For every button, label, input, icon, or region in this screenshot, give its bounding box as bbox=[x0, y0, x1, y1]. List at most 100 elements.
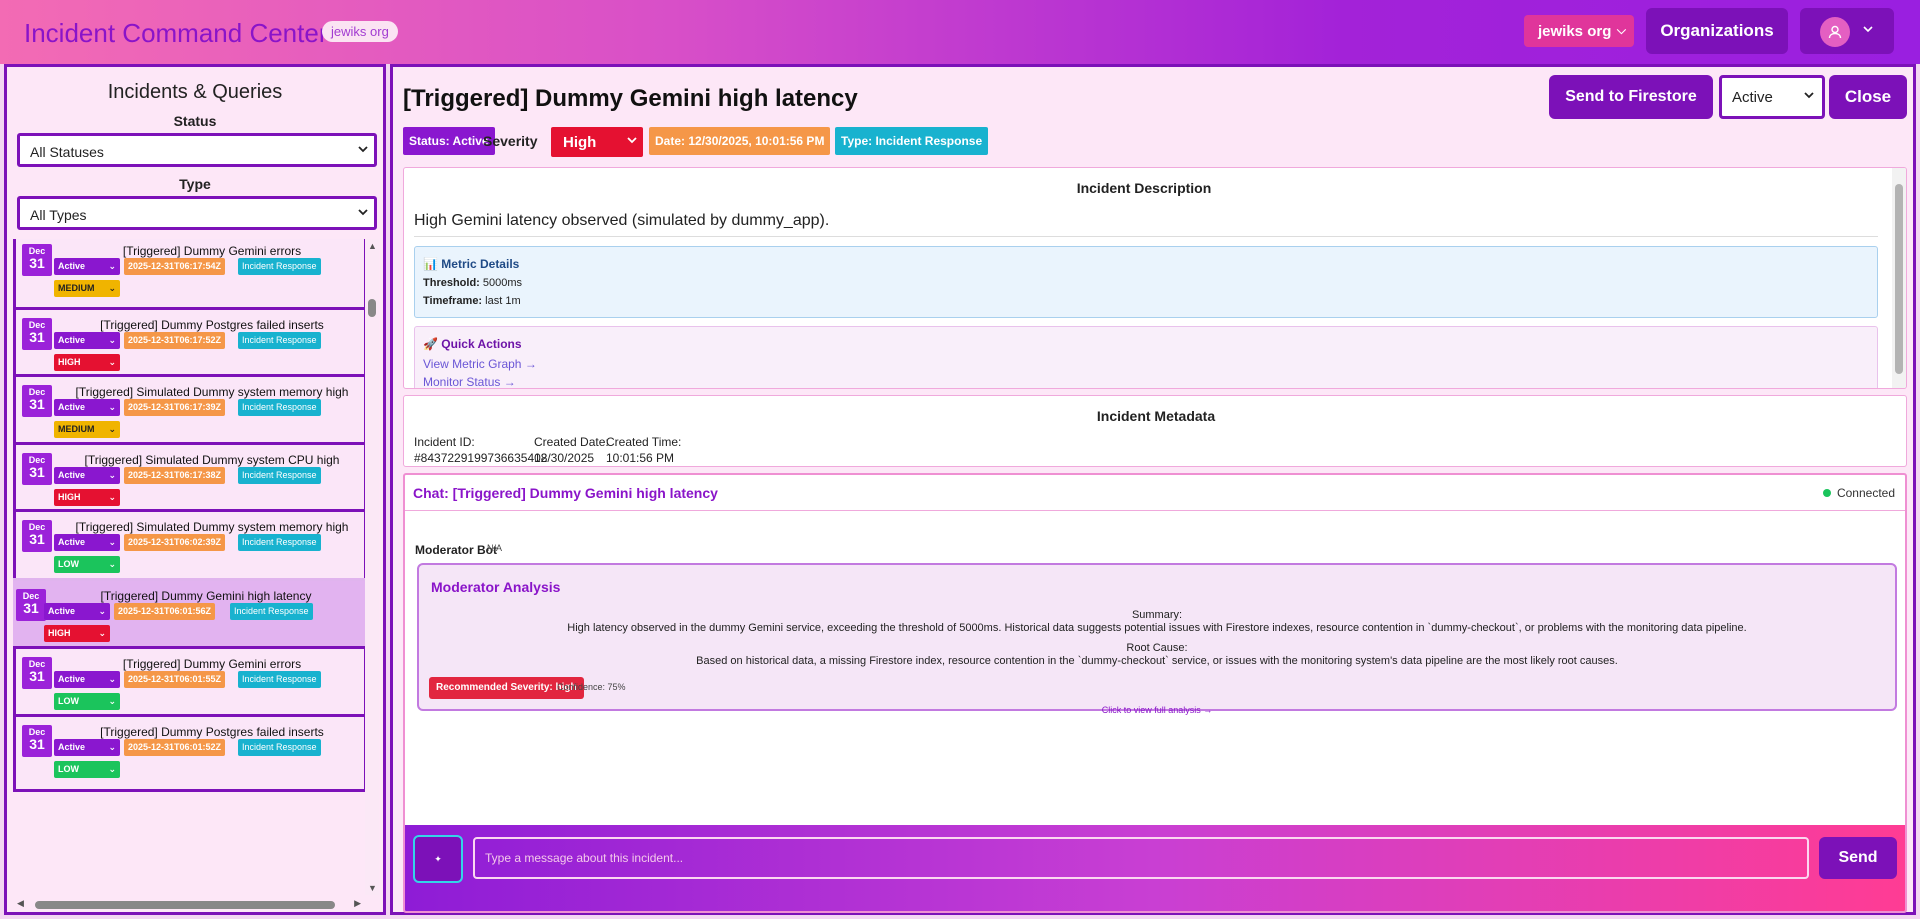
message-meta: N/A bbox=[487, 543, 503, 553]
root-cause-text: Based on historical data, a missing Fire… bbox=[696, 655, 1618, 667]
scroll-left-icon[interactable]: ◀ bbox=[17, 898, 24, 909]
chevron-down-icon: ⌵ bbox=[1616, 23, 1626, 37]
organizations-button[interactable]: Organizations bbox=[1646, 8, 1788, 54]
item-severity-select[interactable]: LOW ⌄ bbox=[54, 556, 120, 573]
incident-title: [Triggered] Dummy Gemini high latency bbox=[403, 85, 858, 112]
close-button[interactable]: Close bbox=[1829, 75, 1907, 119]
metric-details-box: 📊 Metric Details Threshold: 5000ms Timef… bbox=[414, 246, 1878, 318]
incident-detail: [Triggered] Dummy Gemini high latency Se… bbox=[390, 64, 1916, 915]
root-cause-label: Root Cause: bbox=[1126, 642, 1188, 654]
scroll-right-icon[interactable]: ▶ bbox=[354, 898, 361, 909]
incident-item-title: [Triggered] Dummy Gemini errors bbox=[122, 657, 302, 671]
scrollbar-thumb[interactable] bbox=[35, 901, 335, 909]
item-timestamp: 2025-12-31T06:17:39Z bbox=[124, 399, 226, 416]
monitor-status-link[interactable]: Monitor Status → bbox=[423, 375, 516, 388]
message-composer: ✦ Send bbox=[405, 825, 1905, 911]
org-select-value: jewiks org bbox=[1538, 22, 1612, 40]
item-type-badge: Incident Response bbox=[238, 258, 321, 275]
incident-list-item[interactable]: Dec 31 [Triggered] Simulated Dummy system … bbox=[13, 374, 367, 452]
list-horizontal-scrollbar[interactable]: ◀ ▶ bbox=[15, 897, 365, 911]
list-vertical-scrollbar[interactable]: ▲ ▼ bbox=[365, 239, 379, 895]
view-metric-graph-link[interactable]: View Metric Graph → bbox=[423, 357, 537, 371]
quick-actions-box: 🚀 Quick Actions View Metric Graph → Moni… bbox=[414, 326, 1878, 388]
incident-item-title: [Triggered] Simulated Dummy system memor… bbox=[75, 520, 349, 534]
item-severity-select[interactable]: LOW ⌄ bbox=[54, 761, 120, 778]
item-severity-select[interactable]: HIGH ⌄ bbox=[44, 625, 110, 642]
item-severity-select[interactable]: HIGH ⌄ bbox=[54, 489, 120, 506]
incident-item-title: [Triggered] Dummy Gemini high latency bbox=[100, 589, 312, 603]
item-status-select[interactable]: Active ⌄ bbox=[54, 332, 120, 349]
item-severity-select[interactable]: MEDIUM ⌄ bbox=[54, 421, 120, 438]
chevron-down-icon: ⌄ bbox=[108, 537, 116, 547]
item-severity-value: LOW bbox=[58, 764, 79, 774]
type-filter-select[interactable]: All Types bbox=[17, 196, 377, 230]
date-badge: Dec 31 bbox=[22, 453, 52, 485]
chevron-down-icon bbox=[358, 144, 368, 156]
item-severity-select[interactable]: LOW ⌄ bbox=[54, 693, 120, 710]
item-timestamp: 2025-12-31T06:17:54Z bbox=[124, 258, 226, 275]
scrollbar-thumb[interactable] bbox=[1895, 184, 1903, 374]
sparkle-button[interactable]: ✦ bbox=[413, 835, 463, 883]
incident-id-label: Incident ID: bbox=[414, 435, 475, 449]
date-day: 31 bbox=[29, 329, 45, 345]
item-severity-select[interactable]: MEDIUM ⌄ bbox=[54, 280, 120, 297]
metric-details-title: Metric Details bbox=[441, 257, 520, 271]
timeframe-line: Timeframe: last 1m bbox=[423, 295, 521, 307]
item-severity-value: LOW bbox=[58, 559, 79, 569]
item-status-value: Active bbox=[58, 537, 86, 547]
moderator-analysis-card[interactable]: Moderator Analysis Summary: High latency… bbox=[417, 563, 1897, 715]
incident-list-item[interactable]: Dec 31 [Triggered] Simulated Dummy system … bbox=[13, 509, 367, 587]
date-badge: Dec 31 bbox=[22, 657, 52, 689]
item-timestamp: 2025-12-31T06:01:55Z bbox=[124, 671, 226, 688]
item-status-value: Active bbox=[58, 674, 86, 684]
created-time-label: Created Time: bbox=[606, 435, 682, 449]
scroll-up-icon[interactable]: ▲ bbox=[368, 241, 377, 251]
incident-list-item[interactable]: Dec 31 [Triggered] Dummy Gemini high laten… bbox=[13, 578, 369, 656]
created-date-value: 12/30/2025 bbox=[534, 451, 595, 465]
description-text: High Gemini latency observed (simulated … bbox=[414, 212, 830, 229]
send-to-firestore-button[interactable]: Send to Firestore bbox=[1549, 75, 1713, 119]
chevron-down-icon: ⌄ bbox=[108, 742, 116, 752]
item-status-select[interactable]: Active ⌄ bbox=[54, 467, 120, 484]
item-status-select[interactable]: Active ⌄ bbox=[44, 603, 110, 620]
incident-list-item[interactable]: Dec 31 [Triggered] Dummy Gemini errors Acti… bbox=[13, 646, 367, 724]
chevron-down-icon: ⌄ bbox=[108, 470, 116, 480]
incident-id-field: Incident ID: #8437229199736635408 bbox=[414, 434, 547, 466]
chevron-down-icon: ⌄ bbox=[108, 696, 116, 706]
incident-list-item[interactable]: Dec 31 [Triggered] Dummy Gemini errors Acti… bbox=[13, 239, 367, 311]
type-filter-label: Type bbox=[179, 176, 211, 192]
incident-status-select[interactable]: Active bbox=[1719, 75, 1825, 119]
scrollbar-thumb[interactable] bbox=[368, 299, 376, 317]
severity-label: Severity bbox=[483, 133, 538, 149]
incident-item-title: [Triggered] Dummy Postgres failed insert… bbox=[100, 725, 324, 739]
incident-metadata-card: Incident Metadata Incident ID: #84372291… bbox=[403, 395, 1907, 467]
org-chip: jewiks org bbox=[322, 21, 398, 42]
divider bbox=[414, 236, 1878, 237]
view-full-analysis-link[interactable]: Click to view full analysis → bbox=[419, 705, 1895, 715]
send-button[interactable]: Send bbox=[1819, 837, 1897, 879]
severity-select[interactable]: High bbox=[551, 127, 643, 157]
chevron-down-icon bbox=[1804, 90, 1814, 102]
item-severity-select[interactable]: HIGH ⌄ bbox=[54, 354, 120, 371]
incident-list-item[interactable]: Dec 31 [Triggered] Dummy Postgres failed i… bbox=[13, 714, 367, 792]
message-input[interactable] bbox=[473, 837, 1809, 879]
scroll-down-icon[interactable]: ▼ bbox=[368, 883, 377, 893]
date-day: 31 bbox=[29, 668, 45, 684]
item-status-value: Active bbox=[58, 742, 86, 752]
org-select[interactable]: jewiks org ⌵ bbox=[1524, 15, 1634, 47]
item-severity-value: LOW bbox=[58, 696, 79, 706]
description-scrollbar[interactable] bbox=[1892, 168, 1906, 388]
metric-details-heading: 📊 Metric Details bbox=[423, 257, 519, 271]
item-status-select[interactable]: Active ⌄ bbox=[54, 671, 120, 688]
incident-description-card: Incident Description High Gemini latency… bbox=[403, 167, 1907, 389]
status-filter-select[interactable]: All Statuses bbox=[17, 133, 377, 167]
type-filter-value: All Types bbox=[30, 207, 87, 223]
item-status-select[interactable]: Active ⌄ bbox=[54, 399, 120, 416]
status-filter-label: Status bbox=[173, 113, 217, 129]
item-status-select[interactable]: Active ⌄ bbox=[54, 739, 120, 756]
item-status-select[interactable]: Active ⌄ bbox=[54, 534, 120, 551]
item-status-select[interactable]: Active ⌄ bbox=[54, 258, 120, 275]
user-menu-button[interactable] bbox=[1800, 8, 1894, 54]
item-status-value: Active bbox=[58, 402, 86, 412]
item-severity-value: HIGH bbox=[58, 492, 81, 502]
